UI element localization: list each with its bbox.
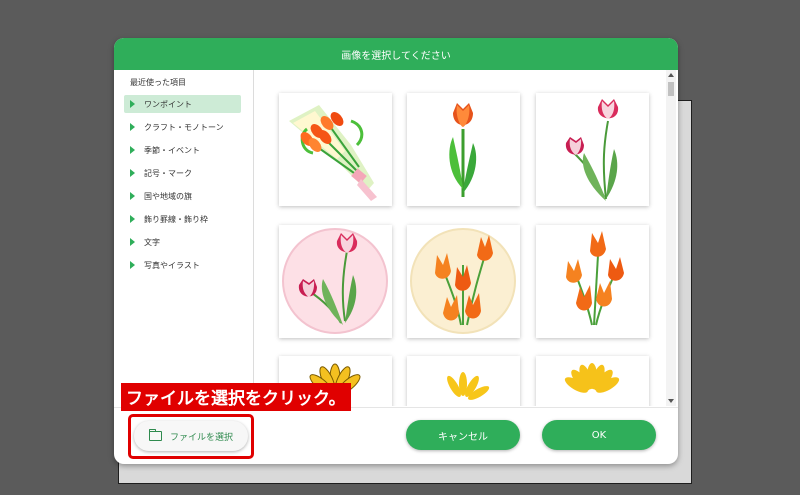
sidebar-item-label: 写真やイラスト [144,260,200,270]
sidebar-item-photos-illustrations[interactable]: 写真やイラスト [124,256,241,274]
sidebar-item-onepoint[interactable]: ワンポイント [124,95,241,113]
triangle-right-icon [130,100,135,108]
sidebar-item-text[interactable]: 文字 [124,233,241,251]
gallery-item-tulip-bouquet[interactable] [279,93,392,206]
scroll-down-arrow-icon[interactable] [668,399,674,403]
gallery-scrollbar[interactable] [666,70,676,406]
sidebar-item-label: 文字 [144,237,160,247]
triangle-right-icon [130,261,135,269]
single-tulip-image [449,103,477,197]
cancel-button[interactable]: キャンセル [406,420,520,450]
sidebar-item-label: 季節・イベント [144,145,200,155]
dialog-title: 画像を選択してください [114,38,678,70]
category-sidebar: 最近使った項目 ワンポイント クラフト・モノトーン 季節・イベント 記号・マーク… [114,70,254,406]
pink-tulips-image [565,99,619,201]
gallery-item-orange-tulips-circle[interactable] [407,225,520,338]
sidebar-item-symbols-marks[interactable]: 記号・マーク [124,164,241,182]
scroll-thumb[interactable] [668,82,674,96]
orange-tulips-circle-image [410,228,516,334]
scroll-up-arrow-icon[interactable] [668,73,674,77]
triangle-right-icon [130,192,135,200]
triangle-right-icon [130,123,135,131]
annotation-callout: ファイルを選択をクリック。 [121,383,351,411]
annotation-highlight-box [128,414,254,459]
pink-tulips-circle-image [282,228,388,334]
image-gallery [254,70,666,406]
sidebar-item-label: ワンポイント [144,99,192,109]
sidebar-item-label: 記号・マーク [144,168,192,178]
gallery-item-pink-tulips[interactable] [536,93,649,206]
triangle-right-icon [130,238,135,246]
triangle-right-icon [130,169,135,177]
gallery-item-orange-tulips[interactable] [536,225,649,338]
tulip-bouquet-image [289,105,377,201]
gallery-item-single-tulip[interactable] [407,93,520,206]
gallery-item-pink-tulips-circle[interactable] [279,225,392,338]
sunflower-image [447,372,490,400]
sidebar-item-craft-monotone[interactable]: クラフト・モノトーン [124,118,241,136]
sidebar-item-borders-frames[interactable]: 飾り罫線・飾り枠 [124,210,241,228]
triangle-right-icon [130,215,135,223]
ok-button[interactable]: OK [542,420,656,450]
gallery-item-sunflower-2[interactable] [407,356,520,406]
orange-tulips-image [566,231,624,326]
sidebar-item-label: 国や地域の旗 [144,191,192,201]
sidebar-item-label: 飾り罫線・飾り枠 [144,214,208,224]
triangle-right-icon [130,146,135,154]
recent-items-heading[interactable]: 最近使った項目 [114,70,253,95]
gallery-item-sunflower-3[interactable] [536,356,649,406]
sidebar-item-flags[interactable]: 国や地域の旗 [124,187,241,205]
sunflower-image [564,363,620,393]
sidebar-item-label: クラフト・モノトーン [144,122,224,132]
sidebar-item-seasons-events[interactable]: 季節・イベント [124,141,241,159]
